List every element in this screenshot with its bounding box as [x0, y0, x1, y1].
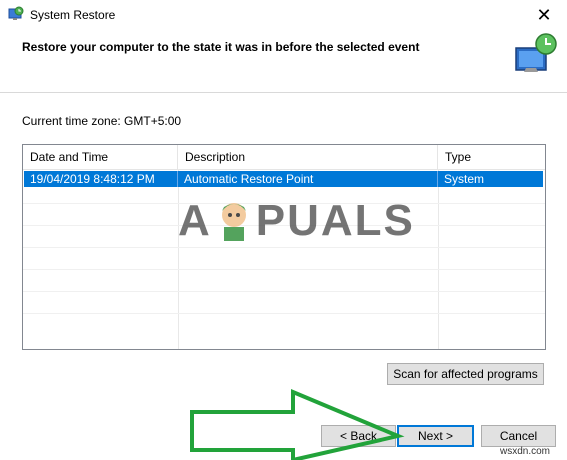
header-separator: [0, 92, 567, 93]
window-title: System Restore: [30, 8, 116, 22]
row-divider: [23, 291, 545, 292]
system-restore-icon: [8, 6, 24, 20]
restore-point-list[interactable]: Date and Time ⌄ Description Type 19/04/2…: [22, 144, 546, 350]
column-header-type-label: Type: [445, 150, 472, 164]
title-bar: System Restore ✕: [0, 0, 567, 30]
column-divider: [438, 169, 439, 349]
row-divider: [23, 247, 545, 248]
wizard-header: Restore your computer to the state it wa…: [0, 30, 567, 92]
timezone-label: Current time zone: GMT+5:00: [22, 114, 182, 128]
appuals-watermark: A PUALS: [178, 196, 415, 246]
sort-indicator-icon: ⌄: [99, 150, 106, 159]
row-description: Automatic Restore Point: [178, 171, 438, 187]
row-divider: [23, 313, 545, 314]
list-header: Date and Time ⌄ Description Type: [23, 145, 545, 170]
header-instruction: Restore your computer to the state it wa…: [22, 40, 420, 54]
column-header-date-label: Date and Time: [30, 150, 109, 164]
column-header-type[interactable]: Type: [438, 145, 545, 169]
watermark-text: PUALS: [255, 196, 415, 245]
back-button[interactable]: < Back: [321, 425, 396, 447]
table-row-selected[interactable]: 19/04/2019 8:48:12 PM Automatic Restore …: [24, 171, 543, 187]
next-button[interactable]: Next >: [397, 425, 474, 447]
column-header-description-label: Description: [185, 150, 246, 164]
column-header-description[interactable]: Description: [178, 145, 438, 169]
mascot-icon: [221, 203, 246, 241]
site-watermark: wsxdn.com: [500, 446, 551, 457]
cancel-button[interactable]: Cancel: [481, 425, 556, 447]
close-button[interactable]: ✕: [521, 0, 567, 30]
column-header-date[interactable]: Date and Time ⌄: [23, 145, 178, 169]
row-date: 19/04/2019 8:48:12 PM: [24, 171, 178, 187]
close-icon: ✕: [536, 5, 552, 25]
scan-affected-programs-button[interactable]: Scan for affected programs: [387, 363, 544, 385]
watermark-letter-a: A: [178, 196, 212, 245]
row-type: System: [444, 172, 485, 186]
row-divider: [23, 269, 545, 270]
system-restore-monitor-icon: [515, 33, 557, 72]
